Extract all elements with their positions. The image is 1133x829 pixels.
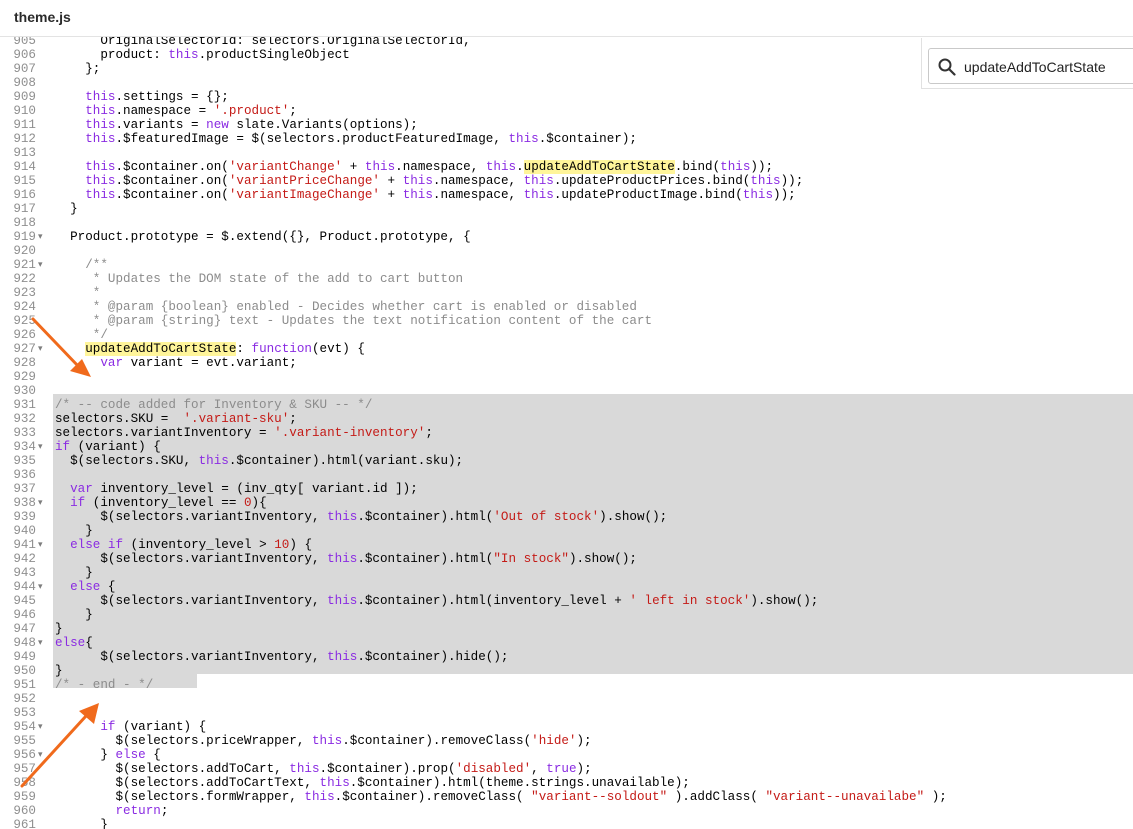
arrow-up-right bbox=[20, 703, 99, 788]
arrow-down-right bbox=[31, 317, 91, 377]
annotation-arrows bbox=[20, 317, 99, 788]
